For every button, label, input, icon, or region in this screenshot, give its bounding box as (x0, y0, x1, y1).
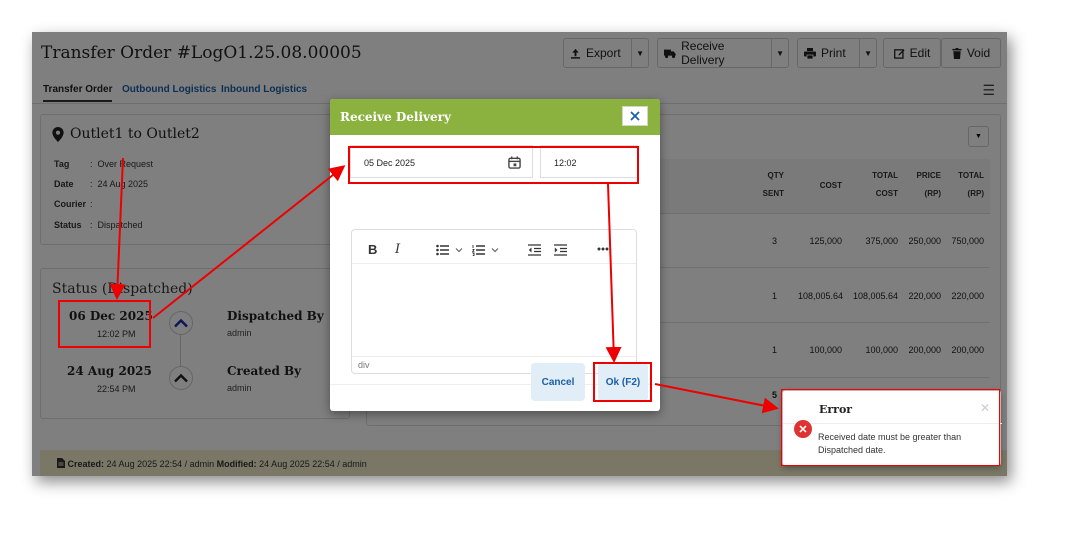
bullet-list-icon[interactable] (436, 244, 466, 256)
bold-icon[interactable]: B (368, 242, 377, 257)
modal-header: Receive Delivery (330, 99, 660, 135)
modal-title: Receive Delivery (340, 110, 451, 124)
annotation-box (781, 389, 1000, 466)
annotation-box (58, 300, 151, 348)
editor-path: div (358, 360, 370, 370)
annotation-box (593, 362, 652, 402)
outdent-icon[interactable] (528, 244, 541, 256)
modal-close-button[interactable] (622, 106, 648, 126)
cancel-button[interactable]: Cancel (531, 363, 585, 401)
numbered-list-icon[interactable] (472, 244, 502, 256)
more-icon[interactable] (597, 247, 609, 251)
editor-statusbar (352, 356, 636, 357)
indent-icon[interactable] (554, 244, 567, 256)
annotation-box (348, 146, 639, 184)
close-icon (630, 111, 640, 121)
italic-icon[interactable]: I (395, 242, 400, 257)
notes-editor[interactable]: B I div (351, 229, 637, 374)
